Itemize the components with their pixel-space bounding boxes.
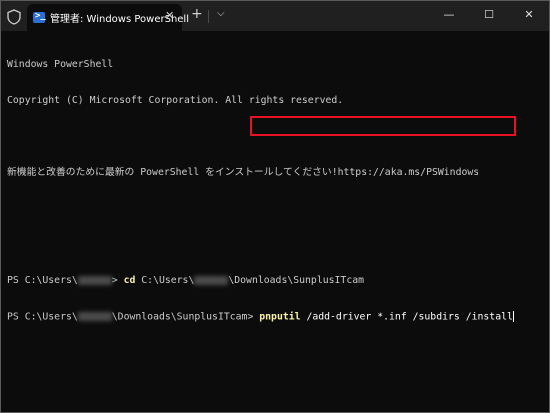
terminal-prompt-line: PS C:\Users\ \Downloads\SunplusITcam> pnp…	[7, 311, 545, 323]
prompt-suffix: >	[111, 275, 124, 286]
terminal-window: >_ 管理者: Windows PowerShell ✕ + ⌵ — ☐ ✕ W…	[0, 0, 550, 413]
shield-icon	[7, 9, 21, 25]
terminal-line: Windows PowerShell	[7, 59, 114, 70]
minimize-button[interactable]: —	[429, 1, 469, 29]
command-path-suffix: \Downloads\SunplusITcam	[228, 275, 365, 286]
terminal-line: 新機能と改善のために最新の PowerShell をインストールしてください!h…	[7, 167, 480, 178]
command-arguments: /add-driver *.inf /subdirs /install	[300, 311, 513, 323]
prompt-prefix: PS C:\Users\	[7, 311, 78, 323]
tab-powershell[interactable]: >_ 管理者: Windows PowerShell ✕	[27, 4, 189, 31]
title-bar: >_ 管理者: Windows PowerShell ✕ + ⌵ — ☐ ✕	[1, 1, 549, 31]
terminal-line: Copyright (C) Microsoft Corporation. All…	[7, 95, 344, 106]
close-button[interactable]: ✕	[509, 1, 549, 29]
text-cursor	[512, 311, 514, 322]
command-highlight-box	[250, 116, 516, 136]
powershell-icon: >_	[33, 11, 46, 23]
terminal-prompt-line: PS C:\Users\ > cd C:\Users\ \Downloads\Sun…	[7, 275, 545, 287]
maximize-button[interactable]: ☐	[469, 1, 509, 29]
terminal-output[interactable]: Windows PowerShell Copyright (C) Microso…	[7, 35, 545, 347]
tab-dropdown-button[interactable]: ⌵	[217, 8, 225, 19]
prompt-suffix: \Downloads\SunplusITcam>	[111, 311, 260, 323]
command-path-prefix: C:\Users\	[135, 275, 195, 286]
tab-close-button[interactable]: ✕	[165, 9, 174, 22]
redacted-username	[194, 275, 229, 285]
prompt-prefix: PS C:\Users\	[7, 275, 78, 286]
titlebar-divider	[208, 10, 209, 23]
command-keyword: pnputil	[259, 311, 301, 323]
redacted-username	[77, 312, 112, 321]
new-tab-button[interactable]: +	[191, 6, 203, 22]
command-keyword: cd	[123, 275, 136, 286]
redacted-username	[77, 275, 112, 285]
